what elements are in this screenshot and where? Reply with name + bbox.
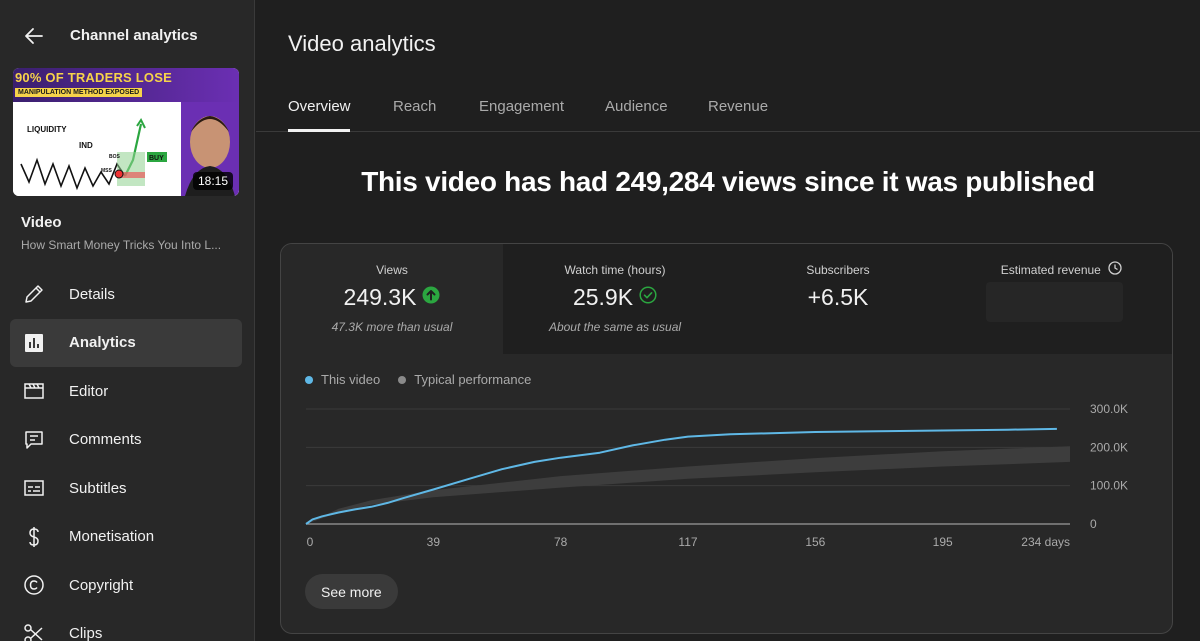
sidebar-item-label: Analytics [69,334,136,352]
metric-label: Subscribers [806,263,870,277]
metric-label-wrap: Estimated revenue [950,261,1172,278]
sidebar-item-label: Comments [69,431,142,449]
legend-typical-performance[interactable]: Typical performance [398,372,531,387]
thumb-label-liquidity: LIQUIDITY [27,125,67,134]
sidebar-item-copyright[interactable]: Copyright [10,561,242,610]
comments-icon [22,428,46,452]
sidebar-item-monetisation[interactable]: Monetisation [10,513,242,562]
sidebar-item-label: Details [69,285,115,303]
x-tick-label: 195 [933,535,953,549]
legend-dot-typical [398,375,407,384]
x-tick-label: 0 [307,535,314,549]
copyright-icon [22,573,46,597]
metric-cards: Views 249.3K 47.3K more than usual Watch… [281,244,1172,354]
sidebar-header-title: Channel analytics [70,27,198,44]
thumb-label-bos: BOS [109,154,121,160]
metric-label: Estimated revenue [1000,263,1101,277]
y-tick-label: 0 [1090,517,1097,531]
pencil-icon [22,282,46,306]
metric-subscribers[interactable]: Subscribers +6.5K [727,244,950,354]
analytics-icon [22,331,46,355]
typical-performance-band [306,446,1070,524]
thumbnail-headline: 90% OF TRADERS LOSE [15,70,172,85]
revenue-value-placeholder [986,282,1123,322]
sidebar-item-label: Copyright [69,576,134,594]
video-label: Video [21,214,62,231]
sidebar-item-clips[interactable]: Clips [10,610,242,641]
legend-label: This video [321,372,381,387]
clock-icon [1108,261,1122,278]
metric-views[interactable]: Views 249.3K 47.3K more than usual [281,244,504,354]
subtitles-icon [22,476,46,500]
see-more-button[interactable]: See more [305,574,398,609]
views-chart[interactable]: 300.0K 200.0K 100.0K 0 0 39 78 117 156 195 234 day… [281,394,1173,554]
video-thumbnail[interactable]: 90% OF TRADERS LOSE MANIPULATION METHOD … [13,68,239,196]
thumb-label-mss: MSS [101,168,113,174]
tab-overview[interactable]: Overview [288,98,351,115]
video-title: How Smart Money Tricks You Into L... [21,238,222,252]
metric-watch-time[interactable]: Watch time (hours) 25.9K About the same … [504,244,727,354]
legend-label: Typical performance [414,372,532,387]
legend-this-video[interactable]: This video [305,372,380,387]
x-tick-label: 78 [554,535,568,549]
active-tab-indicator [288,129,350,132]
editor-icon [22,379,46,403]
sidebar-item-label: Subtitles [69,479,127,497]
sidebar-item-label: Clips [69,625,103,641]
dollar-icon [22,525,46,549]
legend-dot-this-video [305,375,313,384]
views-headline: This video has had 249,284 views since i… [361,166,1095,197]
thumb-label-buy: BUY [149,155,164,162]
sidebar-item-details[interactable]: Details [10,270,242,319]
sidebar-nav: Details Analytics Editor Comments Subtit… [10,270,242,641]
sidebar: Channel analytics 90% OF TRADERS LOSE MA… [0,0,255,641]
metric-comparison: 47.3K more than usual [331,320,453,334]
metric-comparison: About the same as usual [548,320,682,334]
sidebar-item-label: Monetisation [69,528,155,546]
sidebar-header: Channel analytics [0,0,255,72]
thumb-label-ind: IND [79,141,93,150]
tab-engagement[interactable]: Engagement [479,98,564,115]
page-title: Video analytics [288,31,436,56]
tab-revenue[interactable]: Revenue [708,98,768,115]
tab-bar: Overview Reach Engagement Audience Reven… [256,84,1200,132]
y-tick-label: 200.0K [1090,440,1128,454]
x-tick-label: 39 [427,535,441,549]
sidebar-item-comments[interactable]: Comments [10,416,242,465]
main-content: Video analytics Overview Reach Engagemen… [256,0,1200,641]
y-tick-label: 100.0K [1090,479,1128,493]
metric-label: Views [376,263,408,277]
metric-label: Watch time (hours) [564,263,666,277]
thumbnail-banner: 90% OF TRADERS LOSE MANIPULATION METHOD … [13,68,239,102]
sidebar-item-analytics[interactable]: Analytics [10,318,242,367]
sidebar-item-subtitles[interactable]: Subtitles [10,464,242,513]
chart-legend: This video Typical performance [305,372,531,387]
metric-value: 25.9K [572,284,634,310]
metric-value-wrap: 25.9K [504,284,726,311]
scissors-icon [22,622,46,641]
tab-audience[interactable]: Audience [605,98,668,115]
metric-estimated-revenue[interactable]: Estimated revenue [950,244,1172,354]
metric-value-wrap: 249.3K [281,284,503,311]
arrow-up-circle-icon [422,283,440,310]
x-tick-label: 234 days [1021,535,1070,549]
thumbnail-subline: MANIPULATION METHOD EXPOSED [15,88,143,97]
metric-value: +6.5K [807,284,869,310]
tab-reach[interactable]: Reach [393,98,436,115]
x-tick-label: 156 [805,535,825,549]
overview-card: Views 249.3K 47.3K more than usual Watch… [280,243,1173,634]
back-arrow-icon[interactable] [20,22,48,50]
sidebar-item-editor[interactable]: Editor [10,367,242,416]
sidebar-item-label: Editor [69,382,109,400]
y-tick-label: 300.0K [1090,402,1128,416]
x-tick-label: 117 [678,535,697,549]
video-duration: 18:15 [192,172,233,190]
check-circle-icon [639,283,657,310]
metric-value: 249.3K [343,284,417,310]
